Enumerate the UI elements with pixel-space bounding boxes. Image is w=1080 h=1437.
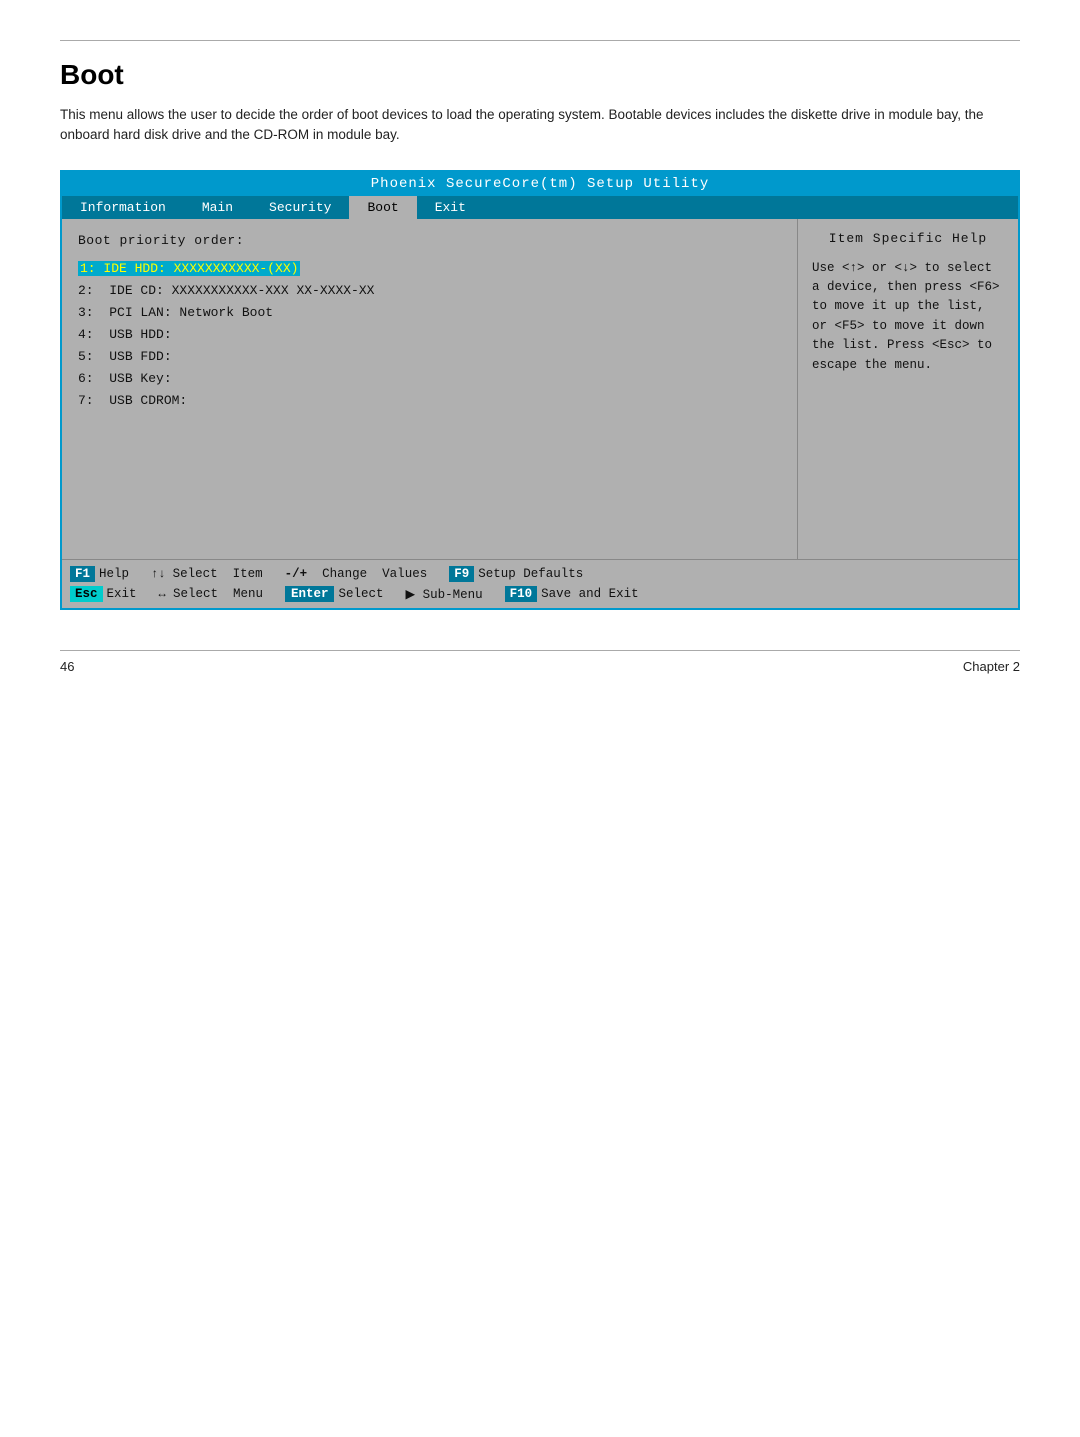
help-text: Use <↑> or <↓> to select a device, then … <box>812 259 1004 375</box>
updown-arrow-icon: ↑↓ <box>151 567 173 581</box>
esc-label: Exit <box>107 587 137 601</box>
page-number: 46 <box>60 659 74 674</box>
bios-screenshot: Phoenix SecureCore(tm) Setup Utility Inf… <box>60 170 1020 610</box>
footer-row-1: F1 Help ↑↓ Select Item -/+ Change Values… <box>70 564 1010 584</box>
boot-item-1-text: 1: IDE HDD: XXXXXXXXXXX-(XX) <box>78 261 300 276</box>
boot-item-5[interactable]: 5: USB FDD: <box>78 346 781 368</box>
dash-plus: -/+ Change Values <box>285 567 428 581</box>
enter-select: Enter Select <box>285 586 384 602</box>
select-menu-label: Select Menu <box>173 587 263 601</box>
bios-right-panel: Item Specific Help Use <↑> or <↓> to sel… <box>798 219 1018 559</box>
top-divider <box>60 40 1020 41</box>
f1-key: F1 <box>70 566 95 582</box>
lr-select-menu: ↔ Select Menu <box>159 587 263 601</box>
f10-save: F10 Save and Exit <box>505 586 639 602</box>
lr-arrow-icon: ↔ <box>159 587 173 601</box>
updown-select-item: ↑↓ Select Item <box>151 567 263 581</box>
f10-label: Save and Exit <box>541 587 639 601</box>
f9-label: Setup Defaults <box>478 567 583 581</box>
bios-main-content: Boot priority order: 1: IDE HDD: XXXXXXX… <box>62 219 1018 559</box>
page-title: Boot <box>60 59 1020 91</box>
f1-label: Help <box>99 567 129 581</box>
change-values-label: Change Values <box>307 567 427 581</box>
nav-item-boot[interactable]: Boot <box>349 196 416 219</box>
select-item-label: Select Item <box>173 567 263 581</box>
enter-key: Enter <box>285 586 335 602</box>
f1-help: F1 Help <box>70 566 129 582</box>
nav-item-exit[interactable]: Exit <box>417 196 484 219</box>
nav-item-main[interactable]: Main <box>184 196 251 219</box>
bios-footer: F1 Help ↑↓ Select Item -/+ Change Values… <box>62 559 1018 608</box>
esc-exit: Esc Exit <box>70 586 137 602</box>
submenu-label: ▶ Sub-Menu <box>405 586 482 602</box>
f9-key: F9 <box>449 566 474 582</box>
boot-item-7[interactable]: 7: USB CDROM: <box>78 390 781 412</box>
boot-item-1[interactable]: 1: IDE HDD: XXXXXXXXXXX-(XX) <box>78 258 781 280</box>
bios-nav: Information Main Security Boot Exit <box>62 196 1018 219</box>
help-title: Item Specific Help <box>812 229 1004 249</box>
f10-key: F10 <box>505 586 538 602</box>
boot-item-4[interactable]: 4: USB HDD: <box>78 324 781 346</box>
submenu-arrow: ▶ Sub-Menu <box>405 586 482 602</box>
esc-key: Esc <box>70 586 103 602</box>
nav-item-information[interactable]: Information <box>62 196 184 219</box>
chapter-label: Chapter 2 <box>963 659 1020 674</box>
bios-left-panel: Boot priority order: 1: IDE HDD: XXXXXXX… <box>62 219 798 559</box>
page-description: This menu allows the user to decide the … <box>60 105 1020 146</box>
enter-select-label: Select <box>338 587 383 601</box>
boot-item-2[interactable]: 2: IDE CD: XXXXXXXXXXX-XXX XX-XXXX-XX <box>78 280 781 302</box>
page-footer: 46 Chapter 2 <box>60 650 1020 674</box>
nav-item-security[interactable]: Security <box>251 196 349 219</box>
footer-row-2: Esc Exit ↔ Select Menu Enter Select ▶ Su… <box>70 584 1010 604</box>
boot-item-6[interactable]: 6: USB Key: <box>78 368 781 390</box>
section-label: Boot priority order: <box>78 233 781 248</box>
dash-plus-key: -/+ <box>285 567 308 581</box>
f9-setup: F9 Setup Defaults <box>449 566 583 582</box>
bios-title-bar: Phoenix SecureCore(tm) Setup Utility <box>62 172 1018 196</box>
boot-item-3[interactable]: 3: PCI LAN: Network Boot <box>78 302 781 324</box>
